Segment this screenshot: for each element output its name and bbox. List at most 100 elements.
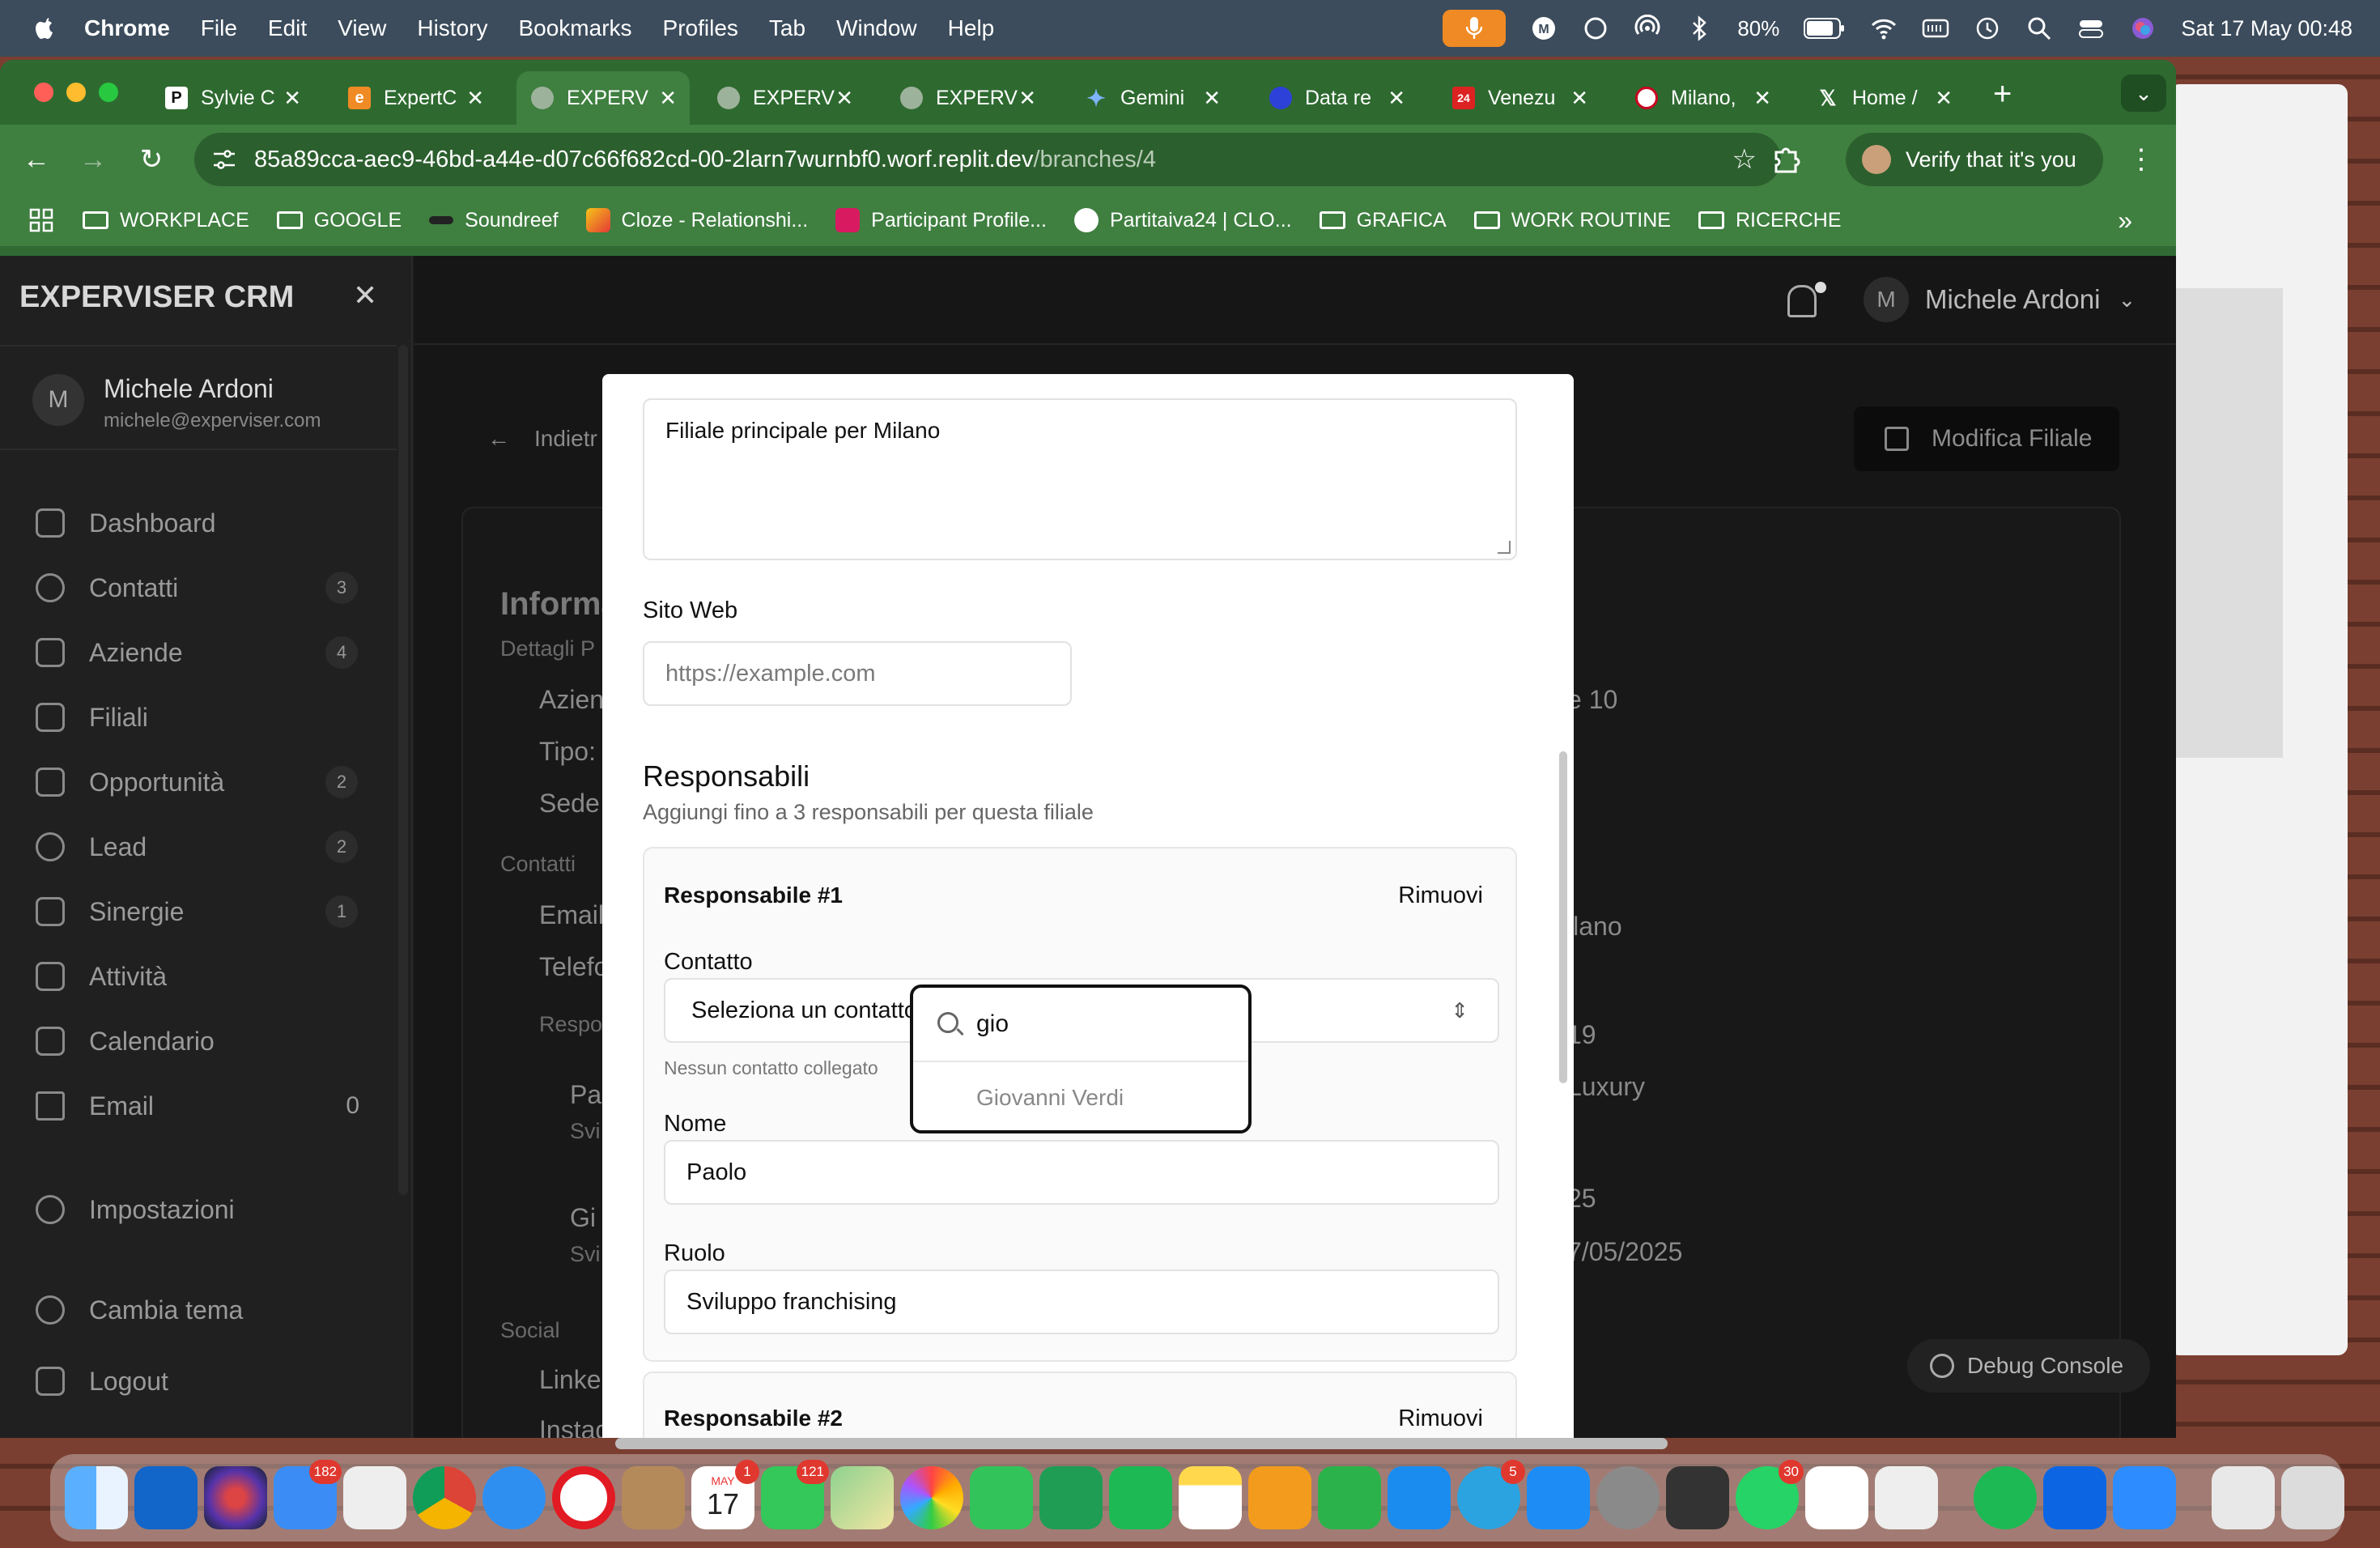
sidebar-item-dashboard[interactable]: Dashboard — [36, 499, 376, 547]
user-menu-button[interactable]: M Michele Ardoni ⌄ — [1864, 277, 2136, 322]
tab-search-chevron-icon[interactable]: ⌄ — [2121, 74, 2166, 112]
mail-icon[interactable]: 182 — [274, 1460, 342, 1529]
siri-app-icon[interactable] — [204, 1466, 267, 1529]
close-tab-icon[interactable]: ✕ — [659, 86, 677, 111]
bookmark-google[interactable]: GOOGLE — [276, 209, 402, 232]
menu-window[interactable]: Window — [836, 15, 917, 41]
remove-responsabile-2-button[interactable]: Rimuovi — [1398, 1406, 1483, 1432]
menu-bookmarks[interactable]: Bookmarks — [518, 15, 631, 41]
extensions-icon[interactable] — [1770, 142, 1802, 175]
tab-expertc[interactable]: e ExpertC ✕ — [334, 71, 497, 125]
menu-profiles[interactable]: Profiles — [663, 15, 738, 41]
zoom-window-button[interactable] — [99, 83, 118, 102]
close-tab-icon[interactable]: ✕ — [283, 86, 301, 111]
tab-experv-3[interactable]: EXPERV ✕ — [886, 71, 1049, 125]
keynote-icon[interactable] — [1388, 1466, 1451, 1529]
bookmark-workplace[interactable]: WORKPLACE — [83, 209, 249, 232]
website-input[interactable]: https://example.com — [643, 641, 1072, 706]
contacts-icon[interactable] — [622, 1466, 685, 1529]
numbers-icon[interactable] — [1318, 1466, 1381, 1529]
bookmark-soundreef[interactable]: Soundreef — [429, 209, 559, 232]
bluetooth-icon[interactable] — [1685, 15, 1713, 42]
control-center-icon[interactable] — [2077, 15, 2105, 42]
close-tab-icon[interactable]: ✕ — [1753, 86, 1771, 111]
back-arrow-icon[interactable]: ← — [16, 139, 57, 180]
chatgpt-app-icon[interactable] — [1805, 1466, 1868, 1529]
sidebar-item-contatti[interactable]: Contatti 3 — [36, 563, 376, 612]
theme-toggle-button[interactable]: Cambia tema — [36, 1286, 376, 1334]
close-tab-icon[interactable]: ✕ — [1388, 86, 1405, 111]
forward-arrow-icon[interactable]: → — [73, 139, 113, 180]
chrome-menu-icon[interactable]: ⋮ — [2121, 139, 2161, 180]
sidebar-scrollbar[interactable] — [398, 345, 408, 1195]
tab-venezuela[interactable]: 24 Venezu ✕ — [1438, 71, 1601, 125]
horizontal-scrollbar[interactable] — [615, 1438, 1668, 1449]
tab-milano[interactable]: Milano, ✕ — [1621, 71, 1784, 125]
sidebar-item-sinergie[interactable]: Sinergie 1 — [36, 887, 376, 936]
bookmark-grafica[interactable]: GRAFICA — [1319, 209, 1447, 232]
tab-experv-2[interactable]: EXPERV ✕ — [703, 71, 866, 125]
notes-icon[interactable] — [1179, 1466, 1242, 1529]
contact-option[interactable]: Giovanni Verdi — [976, 1085, 1124, 1111]
sidebar-item-attivita[interactable]: Attività — [36, 952, 376, 1001]
bookmark-partitaiva24[interactable]: Partitaiva24 | CLO... — [1073, 208, 1292, 232]
downloads-stack-icon[interactable] — [2212, 1466, 2275, 1529]
more-bookmarks-chevron-icon[interactable]: » — [2118, 206, 2132, 236]
sidebar-item-impostazioni[interactable]: Impostazioni — [36, 1185, 376, 1234]
logout-button[interactable]: Logout — [36, 1357, 376, 1406]
spotlight-search-icon[interactable] — [2025, 15, 2053, 42]
address-bar[interactable]: 85a89cca-aec9-46bd-a44e-d07c66f682cd-00-… — [194, 133, 1781, 186]
tab-data-re[interactable]: Data re ✕ — [1255, 71, 1418, 125]
time-machine-icon[interactable] — [1974, 15, 2001, 42]
sidebar-item-opportunita[interactable]: Opportunità 2 — [36, 758, 376, 806]
system-settings-icon[interactable] — [1596, 1466, 1660, 1529]
battery-icon[interactable] — [1804, 18, 1846, 39]
keyboard-icon[interactable] — [1922, 15, 1949, 42]
zoom-icon[interactable] — [2113, 1466, 2176, 1529]
bookmark-ricerche[interactable]: RICERCHE — [1698, 209, 1842, 232]
trash-icon[interactable] — [2281, 1466, 2344, 1529]
spotify-icon[interactable] — [1974, 1466, 2037, 1529]
close-tab-icon[interactable]: ✕ — [1935, 86, 1953, 111]
name-input[interactable]: Paolo — [664, 1140, 1499, 1205]
sidebar-item-aziende[interactable]: Aziende 4 — [36, 628, 376, 677]
calendar-icon[interactable]: MAY 17 1 — [691, 1460, 759, 1529]
site-info-icon[interactable] — [210, 146, 238, 173]
role-input[interactable]: Sviluppo franchising — [664, 1269, 1499, 1334]
airdrop-icon[interactable] — [1634, 15, 1661, 42]
phone-icon[interactable] — [1666, 1466, 1729, 1529]
trello-icon[interactable] — [2043, 1466, 2106, 1529]
menu-file[interactable]: File — [201, 15, 237, 41]
sidebar-item-calendario[interactable]: Calendario — [36, 1017, 376, 1065]
launchpad-icon[interactable] — [343, 1466, 406, 1529]
close-window-button[interactable] — [34, 83, 53, 102]
bookmark-work-routine[interactable]: WORK ROUTINE — [1473, 209, 1671, 232]
facetime-icon[interactable] — [970, 1466, 1033, 1529]
close-tab-icon[interactable]: ✕ — [466, 86, 484, 111]
evernote-icon[interactable] — [1109, 1466, 1172, 1529]
bookmark-star-icon[interactable]: ☆ — [1732, 143, 1757, 176]
tab-sylvie[interactable]: P Sylvie C ✕ — [151, 71, 314, 125]
safari-icon[interactable] — [482, 1466, 546, 1529]
finder-icon[interactable] — [65, 1466, 128, 1529]
resize-handle[interactable] — [1498, 541, 1511, 554]
bookmark-cloze[interactable]: Cloze - Relationshi... — [585, 208, 808, 232]
photos-icon[interactable] — [900, 1466, 963, 1529]
tab-experv-active[interactable]: EXPERV ✕ — [516, 71, 690, 125]
close-tab-icon[interactable]: ✕ — [1203, 86, 1221, 111]
menu-view[interactable]: View — [338, 15, 386, 41]
minimize-window-button[interactable] — [66, 83, 86, 102]
contact-search-input[interactable]: gio — [913, 988, 1248, 1062]
close-tab-icon[interactable]: ✕ — [1018, 86, 1036, 111]
edit-branch-button[interactable]: Modifica Filiale — [1854, 406, 2119, 471]
telegram-icon[interactable]: 5 — [1457, 1460, 1525, 1529]
menu-app-name[interactable]: Chrome — [84, 15, 170, 41]
messages-icon[interactable]: 121 — [761, 1460, 829, 1529]
sidebar-item-lead[interactable]: Lead 2 — [36, 823, 376, 871]
pages-icon[interactable] — [1248, 1466, 1311, 1529]
clock[interactable]: Sat 17 May 00:48 — [2181, 16, 2352, 41]
app-store-icon[interactable] — [1527, 1466, 1590, 1529]
outlook-icon[interactable] — [134, 1466, 198, 1529]
tab-gemini[interactable]: ✦ Gemini ✕ — [1070, 71, 1234, 125]
remove-responsabile-1-button[interactable]: Rimuovi — [1398, 882, 1483, 909]
